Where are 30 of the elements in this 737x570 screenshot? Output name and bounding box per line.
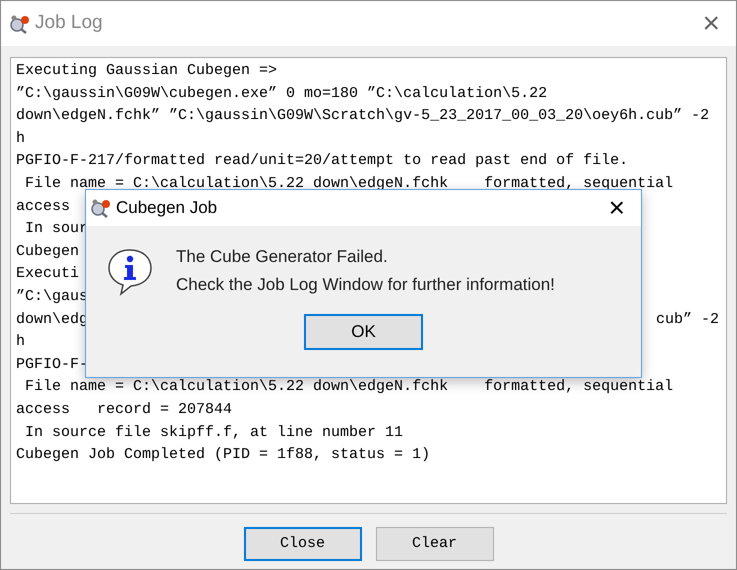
log-line: ”C:\gaussin\G09W\cubegen.exe” 0 mo=180 ”C:\calculation\5.22 xyxy=(16,84,548,104)
info-icon xyxy=(106,247,154,297)
log-line: ”C:\gaus xyxy=(16,286,88,307)
log-line: h xyxy=(16,128,26,149)
ok-button[interactable]: OK xyxy=(304,314,423,350)
log-line: access record = 207844 xyxy=(16,400,232,420)
dialog-message: The Cube Generator Failed. xyxy=(176,246,389,268)
log-line: PGFIO-F-217/formatted read/unit=20/attempt to read past end of file. xyxy=(16,151,628,172)
log-line: In source file skipff.f, at line number 11 xyxy=(24,422,404,442)
dialog-button[interactable]: Close xyxy=(244,527,362,561)
log-line: In sour xyxy=(24,219,88,240)
app-icon xyxy=(90,198,112,218)
log-line: Executi xyxy=(16,264,80,284)
log-line: Executing Gaussian Cubegen => xyxy=(16,61,278,81)
log-line: File name = C:\calculation\5.22 down\edgeN.fchk formatted, sequential xyxy=(24,377,674,398)
window-title: Job Log xyxy=(35,11,103,36)
dialog-title: Cubegen Job xyxy=(116,197,218,220)
app-icon xyxy=(9,14,31,34)
log-line: File name = C:\calculation\5.22 down\edgeN.fchk formatted, sequential xyxy=(24,174,674,194)
log-line: Cubegen Job Completed (PID = 1f88, status = 1) xyxy=(16,445,430,466)
log-line: down\edgeN.fchk” ”C:\gaussin\G09W\Scratch\gv-5_23_2017_00_03_20\oey6h.cub” -2 xyxy=(16,106,710,126)
close-button[interactable]: × xyxy=(608,194,625,222)
dialog-button[interactable]: Clear xyxy=(376,527,494,561)
dialog-message: Check the Job Log Window for further information! xyxy=(176,274,555,296)
log-line: h xyxy=(16,332,26,352)
close-button[interactable]: × xyxy=(702,8,720,38)
log-line: Cubegen xyxy=(16,242,80,262)
log-line: cub” -2 xyxy=(656,310,719,330)
log-line: PGFIO-F- xyxy=(16,354,88,375)
log-line: access xyxy=(16,196,70,217)
